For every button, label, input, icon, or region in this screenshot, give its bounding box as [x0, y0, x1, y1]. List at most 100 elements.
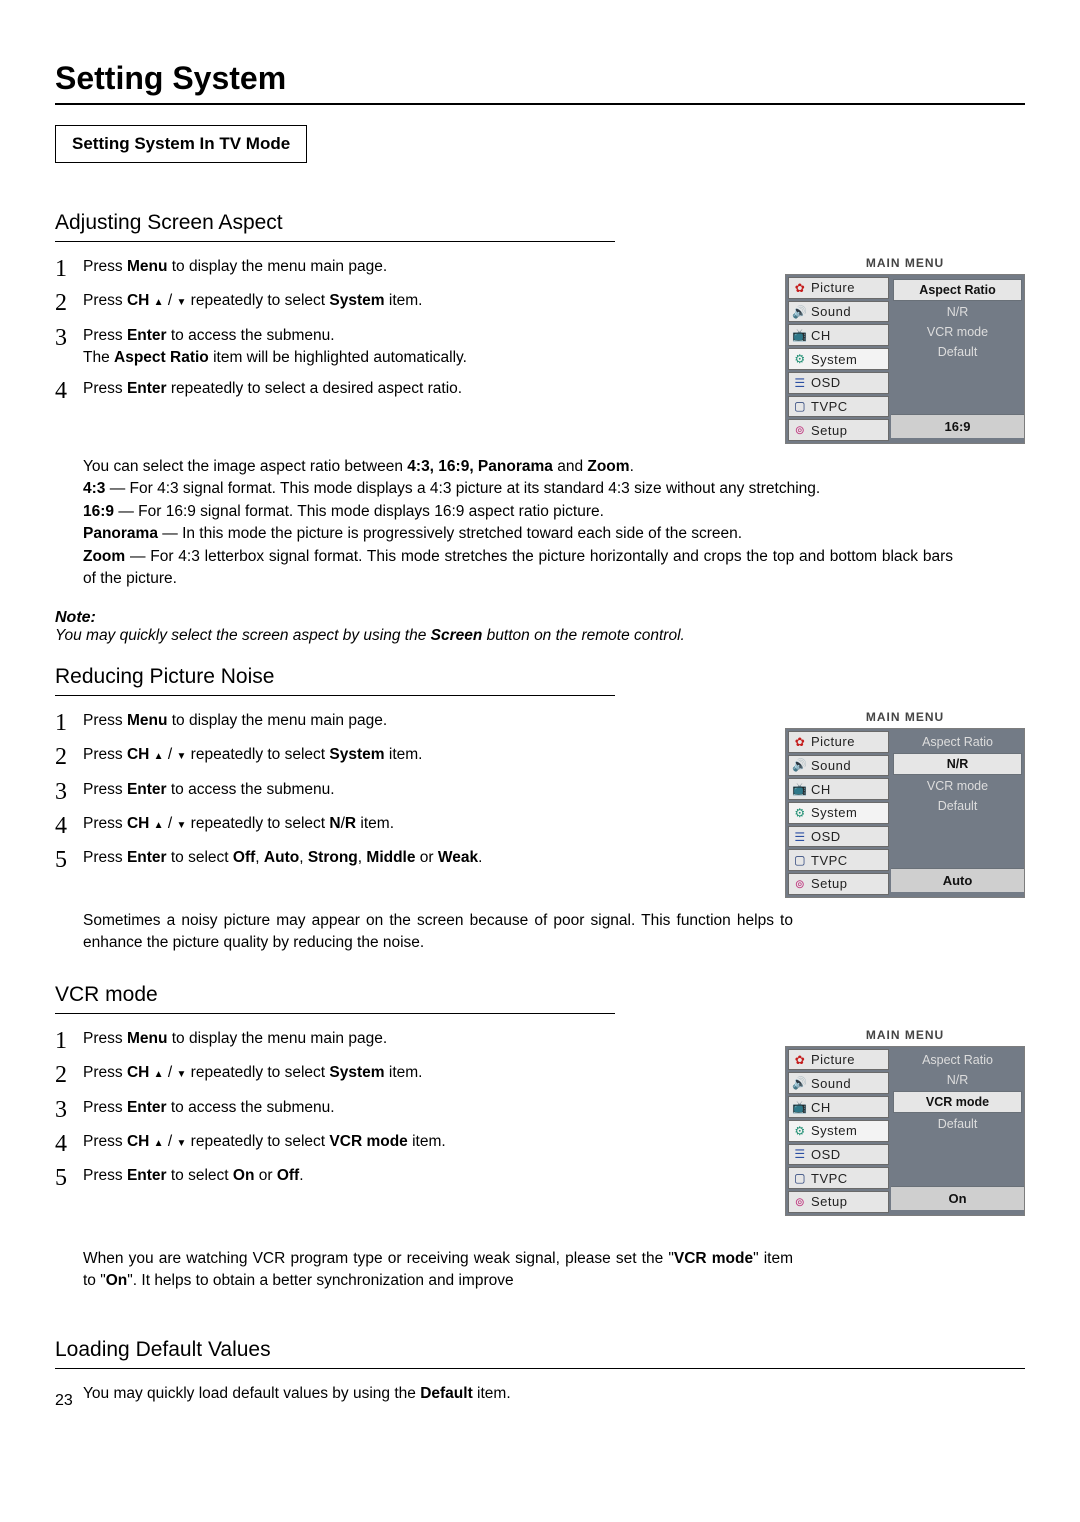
menu-icon: ☰ [789, 830, 811, 844]
menu-item-label: OSD [811, 375, 888, 390]
menu-body: ✿Picture🔊Sound📺CH⚙System☰OSD▢TVPC⊚SetupA… [785, 1046, 1025, 1216]
menu-icon: ☰ [789, 1147, 811, 1161]
section2-title: Reducing Picture Noise [55, 665, 1025, 689]
step-number: 5 [55, 1165, 83, 1191]
section3-row: 1Press Menu to display the menu main pag… [55, 1028, 1025, 1248]
note-body: You may quickly select the screen aspect… [55, 627, 1025, 645]
submenu-option[interactable]: VCR mode [893, 1091, 1022, 1113]
menu-item-tvpc[interactable]: ▢TVPC [788, 396, 889, 418]
menu-item-tvpc[interactable]: ▢TVPC [788, 1167, 889, 1189]
menu-item-label: CH [811, 1100, 888, 1115]
menu-item-label: CH [811, 782, 888, 797]
step-number: 5 [55, 847, 83, 873]
menu-icon: ▢ [789, 853, 811, 867]
menu-item-setup[interactable]: ⊚Setup [788, 419, 889, 441]
section2-steps: 1Press Menu to display the menu main pag… [55, 710, 615, 874]
menu-item-ch[interactable]: 📺CH [788, 324, 889, 346]
main-menu-panel-1: MAIN MENU✿Picture🔊Sound📺CH⚙System☰OSD▢TV… [785, 256, 1025, 444]
menu-icon: ✿ [789, 281, 811, 295]
menu-item-osd[interactable]: ☰OSD [788, 372, 889, 394]
step: 1Press Menu to display the menu main pag… [55, 256, 615, 282]
menu-icon: 📺 [789, 782, 811, 796]
submenu-option[interactable]: VCR mode [891, 776, 1024, 796]
menu-title: MAIN MENU [785, 256, 1025, 274]
menu-item-picture[interactable]: ✿Picture [788, 277, 889, 299]
step: 4Press CH / repeatedly to select VCR mod… [55, 1131, 615, 1157]
step-body: Press CH / repeatedly to select N/R item… [83, 813, 615, 839]
submenu-option[interactable]: Aspect Ratio [891, 732, 1024, 752]
submenu-option[interactable]: Aspect Ratio [891, 1050, 1024, 1070]
step-body: Press CH / repeatedly to select VCR mode… [83, 1131, 615, 1157]
menu-left-column: ✿Picture🔊Sound📺CH⚙System☰OSD▢TVPC⊚Setup [786, 729, 891, 897]
section2-extra: Sometimes a noisy picture may appear on … [83, 910, 793, 955]
menu-item-system[interactable]: ⚙System [788, 1120, 889, 1142]
menu-icon: ✿ [789, 1053, 811, 1067]
submenu-option[interactable]: Aspect Ratio [893, 279, 1022, 301]
menu-item-ch[interactable]: 📺CH [788, 1096, 889, 1118]
divider [55, 695, 615, 696]
menu-item-label: Sound [811, 304, 888, 319]
menu-item-sound[interactable]: 🔊Sound [788, 1072, 889, 1094]
step-number: 4 [55, 813, 83, 839]
step-number: 1 [55, 1028, 83, 1054]
step: 5Press Enter to select Off, Auto, Strong… [55, 847, 615, 873]
menu-item-setup[interactable]: ⊚Setup [788, 1191, 889, 1213]
menu-item-system[interactable]: ⚙System [788, 348, 889, 370]
menu-icon: ⊚ [789, 877, 811, 891]
menu-item-label: Picture [811, 1052, 888, 1067]
menu-item-osd[interactable]: ☰OSD [788, 826, 889, 848]
menu-item-label: System [811, 352, 888, 367]
menu-icon: ☰ [789, 376, 811, 390]
submenu-option[interactable]: N/R [893, 753, 1022, 775]
menu-item-label: System [811, 1123, 888, 1138]
menu-item-sound[interactable]: 🔊Sound [788, 755, 889, 777]
menu-item-label: CH [811, 328, 888, 343]
step-body: Press Enter to access the submenu. [83, 1097, 615, 1123]
step-body: Press CH / repeatedly to select System i… [83, 290, 615, 316]
submenu-option[interactable]: Default [891, 342, 1024, 362]
menu-item-label: Picture [811, 280, 888, 295]
divider [55, 1013, 615, 1014]
menu-item-ch[interactable]: 📺CH [788, 778, 889, 800]
menu-item-picture[interactable]: ✿Picture [788, 731, 889, 753]
menu-item-tvpc[interactable]: ▢TVPC [788, 849, 889, 871]
menu-icon: ⚙ [789, 1124, 811, 1138]
section4-title: Loading Default Values [55, 1338, 1025, 1362]
menu-item-label: Picture [811, 734, 888, 749]
menu-icon: 🔊 [789, 758, 811, 772]
step-body: Press Menu to display the menu main page… [83, 710, 615, 736]
submenu-option[interactable]: N/R [891, 302, 1024, 322]
menu-item-setup[interactable]: ⊚Setup [788, 873, 889, 895]
step: 2Press CH / repeatedly to select System … [55, 1062, 615, 1088]
menu-item-label: Setup [811, 1194, 888, 1209]
menu-item-picture[interactable]: ✿Picture [788, 1049, 889, 1071]
submenu-option[interactable]: N/R [891, 1070, 1024, 1090]
step-number: 2 [55, 1062, 83, 1088]
menu-left-column: ✿Picture🔊Sound📺CH⚙System☰OSD▢TVPC⊚Setup [786, 1047, 891, 1215]
submenu-option[interactable]: VCR mode [891, 322, 1024, 342]
menu-icon: ⊚ [789, 1195, 811, 1209]
menu-right-column: Aspect RatioN/RVCR modeDefaultAuto [891, 729, 1024, 897]
step: 3Press Enter to access the submenu. [55, 1097, 615, 1123]
menu-item-label: TVPC [811, 853, 888, 868]
menu-item-osd[interactable]: ☰OSD [788, 1144, 889, 1166]
menu-item-label: System [811, 805, 888, 820]
step: 1Press Menu to display the menu main pag… [55, 1028, 615, 1054]
step-number: 4 [55, 378, 83, 404]
menu-title: MAIN MENU [785, 1028, 1025, 1046]
section3-extra: When you are watching VCR program type o… [83, 1248, 793, 1293]
section3-steps: 1Press Menu to display the menu main pag… [55, 1028, 615, 1192]
menu-left-column: ✿Picture🔊Sound📺CH⚙System☰OSD▢TVPC⊚Setup [786, 275, 891, 443]
menu-icon: 🔊 [789, 1076, 811, 1090]
submenu-option[interactable]: Default [891, 796, 1024, 816]
menu-item-sound[interactable]: 🔊Sound [788, 301, 889, 323]
menu-item-label: OSD [811, 1147, 888, 1162]
step-number: 2 [55, 744, 83, 770]
menu-right-column: Aspect RatioN/RVCR modeDefault16:9 [891, 275, 1024, 443]
section3-title: VCR mode [55, 983, 1025, 1007]
menu-item-system[interactable]: ⚙System [788, 802, 889, 824]
submenu-option[interactable]: Default [891, 1114, 1024, 1134]
menu-icon: ⚙ [789, 352, 811, 366]
section1-steps: 1Press Menu to display the menu main pag… [55, 256, 615, 404]
step-number: 3 [55, 1097, 83, 1123]
